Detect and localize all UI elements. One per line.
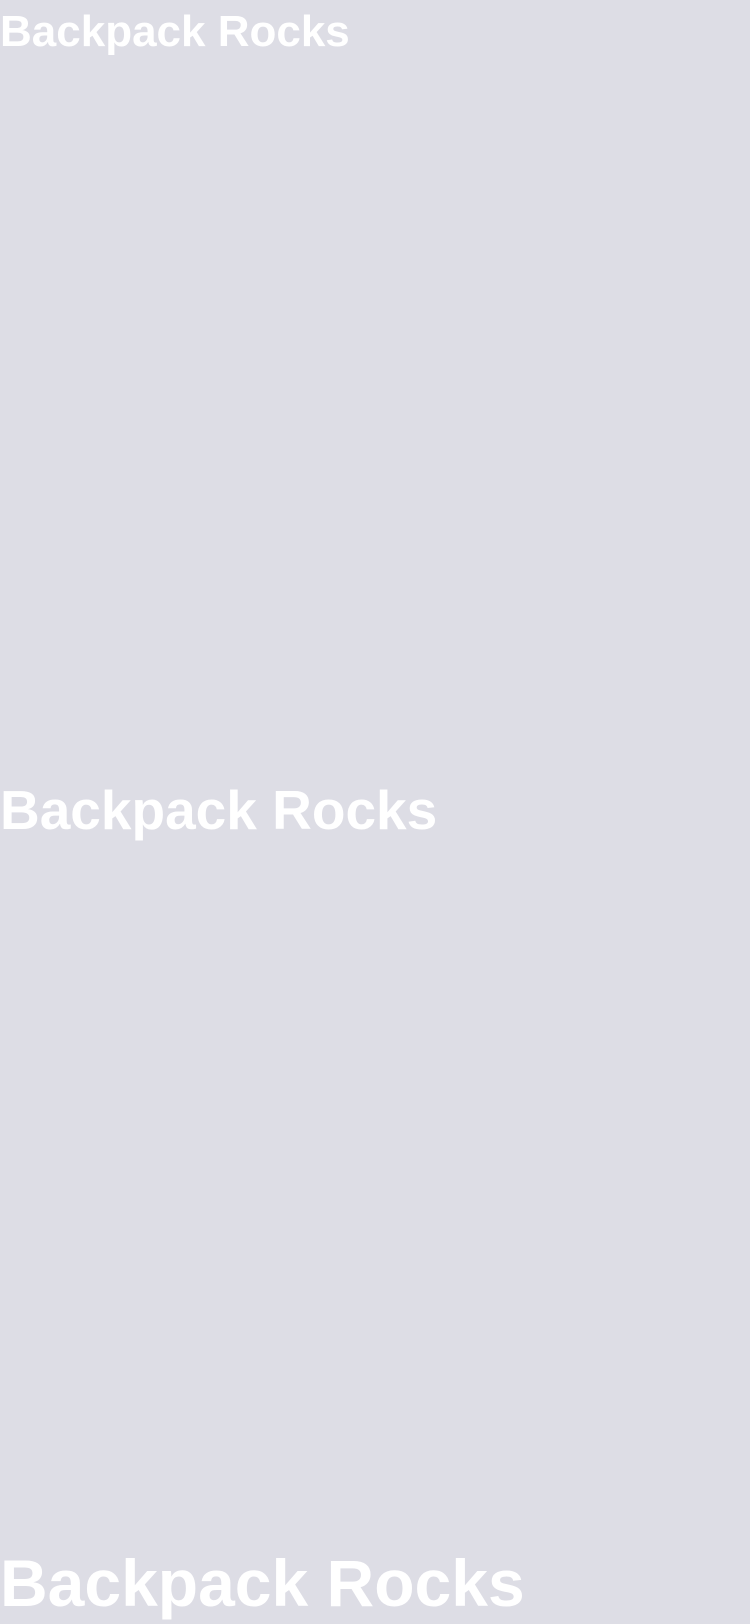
heading-sample-small: Backpack Rocks <box>0 7 350 56</box>
heading-sample-medium: Backpack Rocks <box>0 779 438 841</box>
heading-sample-large: Backpack Rocks <box>0 1546 525 1620</box>
